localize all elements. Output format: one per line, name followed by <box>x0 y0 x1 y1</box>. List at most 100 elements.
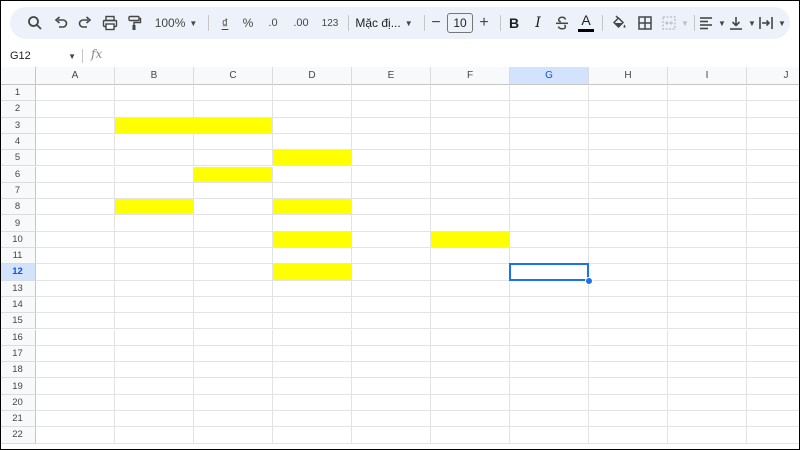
cell-e22[interactable] <box>352 427 431 444</box>
cell-g3[interactable] <box>510 117 589 134</box>
cell-h14[interactable] <box>589 296 668 314</box>
cell-a9[interactable] <box>36 215 115 232</box>
cell-h18[interactable] <box>589 362 668 379</box>
cell-e13[interactable] <box>352 280 431 297</box>
cell-g6[interactable] <box>510 166 589 183</box>
cell-e4[interactable] <box>352 133 431 151</box>
cell-b13[interactable] <box>115 280 194 297</box>
cell-b16[interactable] <box>115 329 194 346</box>
row-header-17[interactable]: 17 <box>0 345 36 363</box>
cell-e20[interactable] <box>352 394 431 411</box>
cell-h12[interactable] <box>589 264 668 281</box>
decrease-decimal-button[interactable]: .0 <box>262 7 284 39</box>
cell-f6[interactable] <box>431 166 510 183</box>
currency-format-button[interactable]: ₫ <box>216 7 234 39</box>
cell-g19[interactable] <box>510 378 589 395</box>
cell-e14[interactable] <box>352 296 431 314</box>
cell-f21[interactable] <box>431 411 510 428</box>
cell-a16[interactable] <box>36 329 115 346</box>
cell-c21[interactable] <box>194 411 273 428</box>
cell-j13[interactable] <box>747 281 800 297</box>
cell-f22[interactable] <box>431 427 510 444</box>
cell-g9[interactable] <box>510 215 589 232</box>
cell-c1[interactable] <box>194 85 273 102</box>
cell-i14[interactable] <box>668 296 747 314</box>
cell-a15[interactable] <box>36 313 115 330</box>
cell-h10[interactable] <box>589 231 668 248</box>
cell-a6[interactable] <box>36 166 115 183</box>
cell-i15[interactable] <box>668 313 747 330</box>
cell-d19[interactable] <box>273 378 352 395</box>
select-all-corner[interactable] <box>0 67 36 85</box>
cell-i4[interactable] <box>668 133 747 151</box>
row-header-19[interactable]: 19 <box>0 378 36 395</box>
cell-g8[interactable] <box>510 199 589 216</box>
cell-g18[interactable] <box>510 362 589 379</box>
cell-h21[interactable] <box>589 411 668 428</box>
cell-j9[interactable] <box>747 215 800 232</box>
cell-i16[interactable] <box>668 329 747 346</box>
row-header-22[interactable]: 22 <box>0 427 36 444</box>
cell-d18[interactable] <box>273 362 352 379</box>
vertical-align-button[interactable]: ▼ <box>728 7 756 39</box>
cell-i19[interactable] <box>668 378 747 395</box>
cell-d16[interactable] <box>273 329 352 346</box>
cell-b9[interactable] <box>115 215 194 232</box>
cell-a10[interactable] <box>36 231 115 248</box>
cell-d9[interactable] <box>273 215 352 232</box>
cell-b4[interactable] <box>115 133 194 151</box>
cell-a13[interactable] <box>36 280 115 297</box>
cell-a19[interactable] <box>36 378 115 395</box>
column-header-f[interactable]: F <box>431 67 510 85</box>
cell-g15[interactable] <box>510 313 589 330</box>
cell-e3[interactable] <box>352 117 431 134</box>
cell-f3[interactable] <box>431 117 510 134</box>
cell-c7[interactable] <box>194 182 273 200</box>
cell-a1[interactable] <box>36 85 115 102</box>
cell-h5[interactable] <box>589 150 668 167</box>
fill-handle[interactable] <box>585 276 593 285</box>
row-header-4[interactable]: 4 <box>0 133 36 151</box>
cell-b15[interactable] <box>115 313 194 330</box>
decrease-font-size-button[interactable]: − <box>428 7 444 39</box>
undo-button[interactable] <box>50 7 72 39</box>
cell-a22[interactable] <box>36 427 115 444</box>
cell-g21[interactable] <box>510 411 589 428</box>
cell-c12[interactable] <box>194 264 273 281</box>
cell-c18[interactable] <box>194 362 273 379</box>
cell-d14[interactable] <box>273 296 352 314</box>
row-header-11[interactable]: 11 <box>0 248 36 265</box>
row-header-14[interactable]: 14 <box>0 296 36 314</box>
cell-b11[interactable] <box>115 248 194 265</box>
row-header-8[interactable]: 8 <box>0 199 36 216</box>
cell-h9[interactable] <box>589 215 668 232</box>
more-formats-button[interactable]: 123 <box>318 7 342 39</box>
cell-c8[interactable] <box>194 199 273 216</box>
cell-c15[interactable] <box>194 313 273 330</box>
cell-c17[interactable] <box>194 345 273 363</box>
cell-h7[interactable] <box>589 182 668 200</box>
cell-g1[interactable] <box>510 85 589 102</box>
cell-b5[interactable] <box>115 150 194 167</box>
cell-f9[interactable] <box>431 215 510 232</box>
cell-j3[interactable] <box>747 118 800 134</box>
cell-d15[interactable] <box>273 313 352 330</box>
cell-f14[interactable] <box>431 296 510 314</box>
text-color-button[interactable]: A <box>576 7 596 39</box>
cell-i7[interactable] <box>668 182 747 200</box>
cell-b3[interactable] <box>115 117 194 134</box>
row-header-7[interactable]: 7 <box>0 182 36 200</box>
cell-i18[interactable] <box>668 362 747 379</box>
cell-a21[interactable] <box>36 411 115 428</box>
cell-j15[interactable] <box>747 313 800 330</box>
cell-a20[interactable] <box>36 394 115 411</box>
cell-g5[interactable] <box>510 150 589 167</box>
cell-a18[interactable] <box>36 362 115 379</box>
cell-e9[interactable] <box>352 215 431 232</box>
cell-b14[interactable] <box>115 296 194 314</box>
row-header-5[interactable]: 5 <box>0 150 36 167</box>
cell-i13[interactable] <box>668 280 747 297</box>
cell-j10[interactable] <box>747 232 800 248</box>
cell-j6[interactable] <box>747 167 800 183</box>
cell-e5[interactable] <box>352 150 431 167</box>
